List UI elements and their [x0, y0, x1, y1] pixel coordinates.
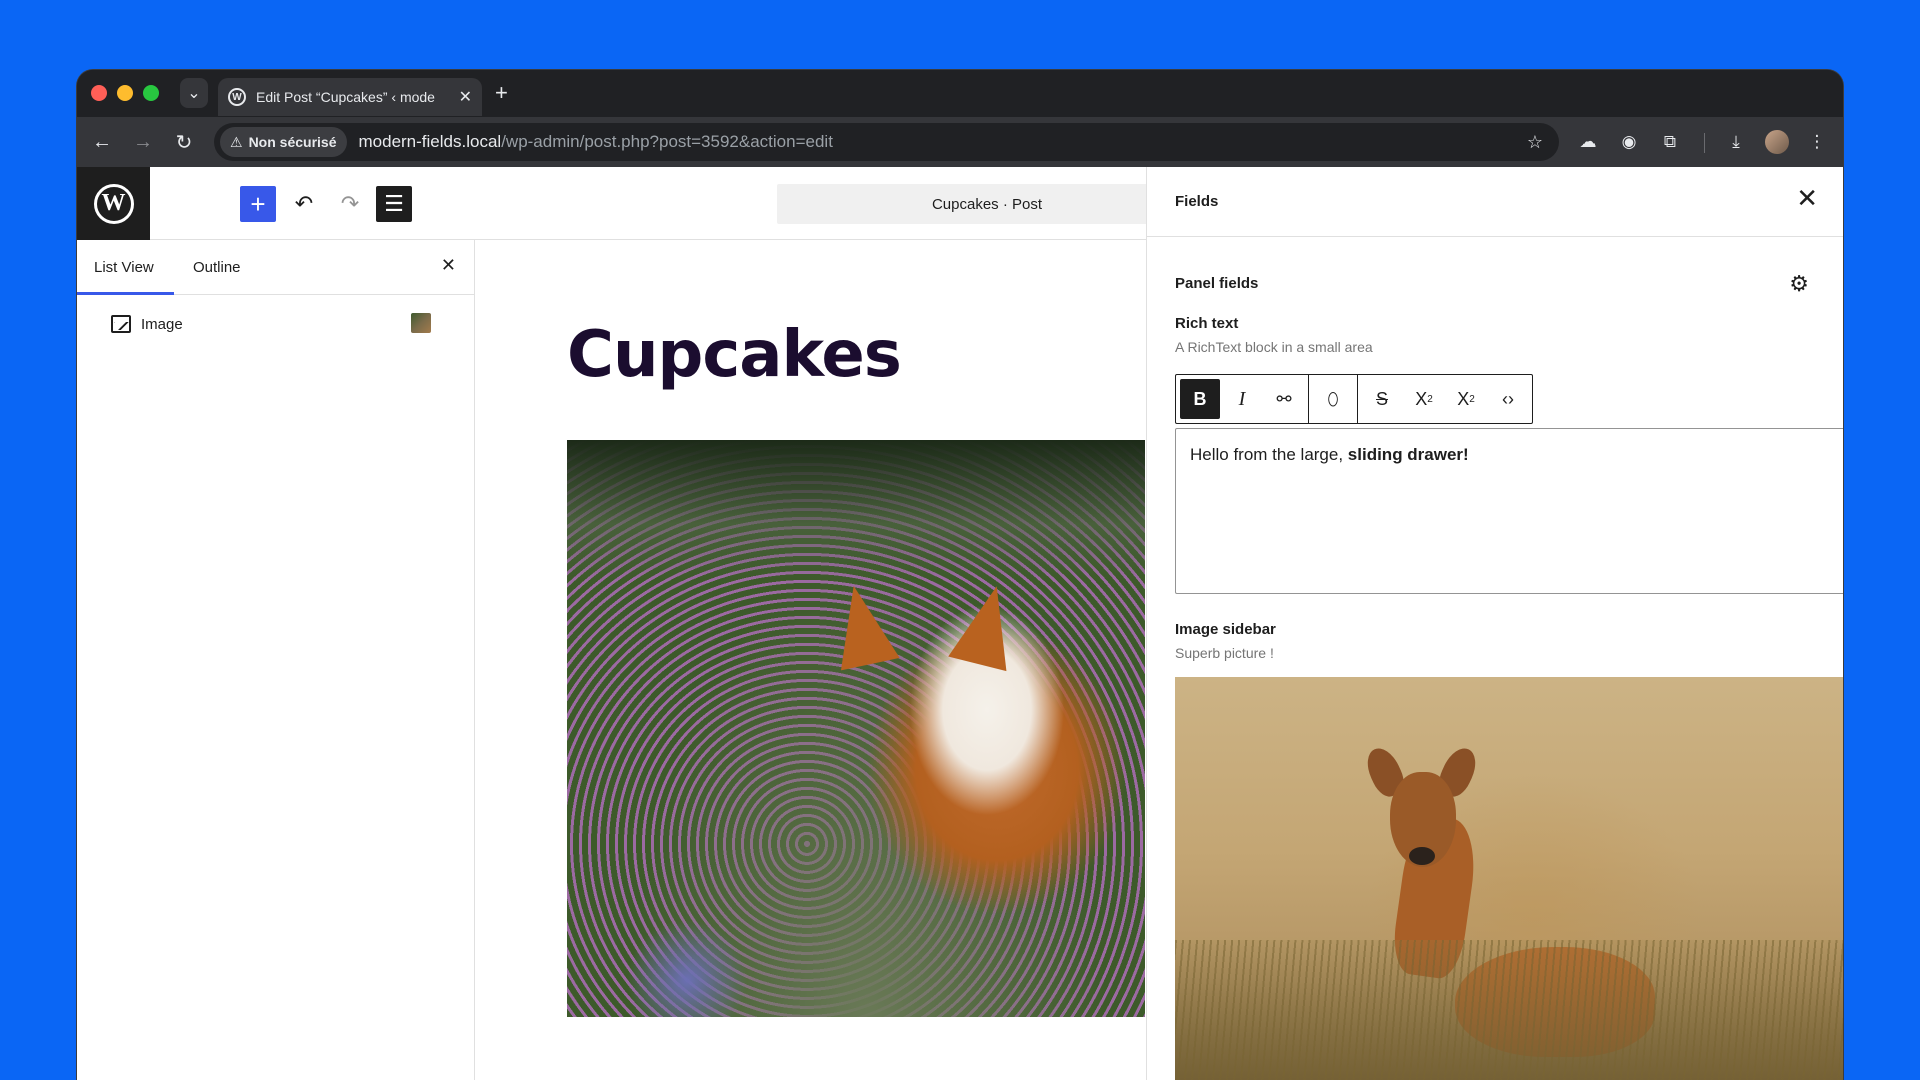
cloud-extension-icon[interactable]: ☁: [1576, 130, 1600, 154]
rich-text-content: Hello from the large,: [1190, 445, 1348, 464]
image-sidebar-label: Image sidebar: [1175, 621, 1276, 638]
rich-text-label: Rich text: [1175, 315, 1239, 332]
undo-button[interactable]: ↶: [286, 186, 322, 222]
editor-canvas: Cupcakes: [475, 240, 1145, 1080]
rich-text-toolbar: B I ⚯ ⬯ S X2 X2 ‹›: [1175, 374, 1533, 424]
fields-drawer: Fields ✕ Panel fields ⚙ Rich text A Rich…: [1147, 167, 1843, 1080]
more-format-group: S X2 X2 ‹›: [1358, 375, 1532, 423]
bookmark-star-icon[interactable]: ☆: [1527, 132, 1543, 153]
address-bar[interactable]: ⚠ Non sécurisé modern-fields.local/wp-ad…: [214, 123, 1559, 161]
gear-icon[interactable]: ⚙: [1789, 271, 1809, 297]
sidebar-image-deer[interactable]: [1175, 677, 1843, 1080]
tab-search-button[interactable]: ⌄: [180, 78, 208, 108]
wordpress-logo-icon: W: [93, 183, 134, 224]
forward-button[interactable]: →: [130, 129, 156, 155]
chevron-down-icon: ⌄: [187, 85, 201, 102]
panel-title: Panel fields: [1175, 275, 1259, 292]
browser-window: ⌄ W Edit Post “Cupcakes” ‹ mode ✕ + ← → …: [77, 70, 1843, 1080]
rich-text-bold-content: sliding drawer!: [1347, 445, 1469, 464]
back-button[interactable]: ←: [89, 129, 115, 155]
bold-button[interactable]: B: [1180, 379, 1220, 419]
color-group: ⬯: [1309, 375, 1358, 423]
url-host: modern-fields.local: [358, 132, 502, 151]
active-tab-indicator: [77, 292, 174, 295]
link-icon: ⚯: [1276, 388, 1292, 409]
list-item-label: Image: [141, 315, 183, 333]
profile-avatar[interactable]: [1765, 130, 1789, 154]
tab-strip: ⌄ W Edit Post “Cupcakes” ‹ mode ✕ +: [77, 70, 1843, 117]
wordpress-editor: W + ↶ ↷ ☰ Cupcakes · Post List View Outl…: [77, 167, 1843, 1080]
list-item-image-block[interactable]: Image: [111, 315, 183, 333]
extensions-puzzle-icon[interactable]: ⧉: [1658, 130, 1682, 154]
download-icon[interactable]: ⤓: [1724, 130, 1748, 154]
document-overview-button[interactable]: ☰: [376, 186, 412, 222]
account-extension-icon[interactable]: ◉: [1617, 130, 1641, 154]
warning-icon: ⚠: [230, 133, 243, 150]
drawer-title: Fields: [1175, 193, 1219, 210]
corgi-ear-right: [948, 578, 1026, 672]
highlight-button[interactable]: ⬯: [1313, 379, 1353, 419]
code-icon: ‹›: [1502, 388, 1514, 409]
document-bar[interactable]: Cupcakes · Post: [777, 184, 1197, 224]
security-chip[interactable]: ⚠ Non sécurisé: [220, 127, 347, 157]
tab-list-view[interactable]: List View: [94, 259, 154, 276]
close-drawer-icon[interactable]: ✕: [1796, 185, 1818, 211]
link-button[interactable]: ⚯: [1264, 379, 1304, 419]
format-group: B I ⚯: [1176, 375, 1309, 423]
inline-code-button[interactable]: ‹›: [1488, 379, 1528, 419]
redo-button[interactable]: ↷: [332, 186, 368, 222]
close-tab-icon[interactable]: ✕: [459, 87, 472, 107]
post-image-corgi[interactable]: [567, 440, 1145, 1017]
strikethrough-button[interactable]: S: [1362, 379, 1402, 419]
wordpress-logo-button[interactable]: W: [77, 167, 150, 240]
toolbar-divider: [1704, 133, 1705, 153]
tab-title: Edit Post “Cupcakes” ‹ mode: [256, 89, 435, 105]
browser-toolbar: ← → ↻ ⚠ Non sécurisé modern-fields.local…: [77, 117, 1843, 167]
list-view-panel: List View Outline ✕ Image: [77, 240, 475, 1080]
deer-nose: [1409, 847, 1435, 865]
new-tab-button[interactable]: +: [495, 80, 508, 106]
browser-tab-active[interactable]: W Edit Post “Cupcakes” ‹ mode ✕: [218, 78, 482, 116]
post-title[interactable]: Cupcakes: [567, 318, 902, 392]
url-text: modern-fields.local/wp-admin/post.php?po…: [359, 132, 833, 152]
minimize-window-button[interactable]: [117, 85, 133, 101]
grass-foreground: [1175, 940, 1843, 1080]
image-thumbnail: [411, 313, 431, 333]
wordpress-favicon-icon: W: [228, 88, 246, 106]
rich-text-help: A RichText block in a small area: [1175, 339, 1373, 355]
block-inserter-button[interactable]: +: [240, 186, 276, 222]
rich-text-editor[interactable]: Hello from the large, sliding drawer!: [1175, 428, 1843, 594]
image-sidebar-help: Superb picture !: [1175, 645, 1274, 661]
maximize-window-button[interactable]: [143, 85, 159, 101]
tab-outline[interactable]: Outline: [193, 259, 241, 276]
drawer-header: Fields ✕: [1147, 167, 1843, 237]
reload-button[interactable]: ↻: [171, 129, 197, 155]
url-path: /wp-admin/post.php?post=3592&action=edit: [501, 132, 833, 151]
subscript-button[interactable]: X2: [1446, 379, 1486, 419]
corgi-ear-left: [824, 579, 900, 671]
superscript-button[interactable]: X2: [1404, 379, 1444, 419]
drop-icon: ⬯: [1327, 388, 1339, 409]
close-list-view-icon[interactable]: ✕: [441, 255, 456, 276]
browser-menu-icon[interactable]: ⋮: [1805, 130, 1829, 154]
image-block-icon: [111, 315, 131, 333]
italic-button[interactable]: I: [1222, 379, 1262, 419]
list-view-tabs: List View Outline ✕: [77, 240, 474, 295]
security-label: Non sécurisé: [248, 134, 337, 150]
close-window-button[interactable]: [91, 85, 107, 101]
